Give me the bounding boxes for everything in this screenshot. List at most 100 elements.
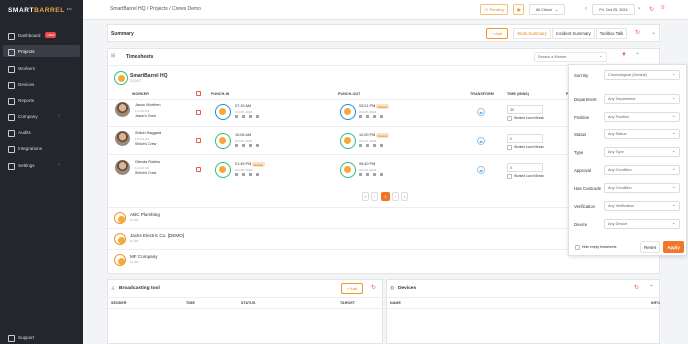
note-icon[interactable] bbox=[373, 144, 376, 147]
punch-in-photo[interactable] bbox=[215, 162, 231, 178]
menu-icon[interactable]: ≡ bbox=[661, 5, 665, 11]
sidebar-item-reports[interactable]: Reports bbox=[3, 94, 80, 106]
all-check-select[interactable]: All Check ⌄ bbox=[529, 4, 565, 15]
company-name[interactable]: MF Company bbox=[130, 254, 158, 259]
transform-button[interactable]: ⇄ bbox=[477, 108, 485, 116]
photo-icon[interactable] bbox=[366, 144, 369, 147]
device-select[interactable]: Any Device bbox=[604, 219, 680, 229]
date-picker[interactable]: Fri, Oct 25, 2024 bbox=[592, 4, 635, 15]
note-icon[interactable] bbox=[249, 144, 252, 147]
prev-page-icon[interactable]: ‹ bbox=[371, 192, 378, 201]
sidebar-item-dashboard[interactable]: Dashboard NEW bbox=[3, 29, 80, 41]
transform-button[interactable]: ⇄ bbox=[477, 137, 485, 145]
time-input[interactable]: 0 bbox=[507, 163, 543, 172]
approval-select[interactable]: Any Condition bbox=[604, 165, 680, 175]
punch-out-photo[interactable] bbox=[340, 133, 356, 149]
lunch-checkbox[interactable] bbox=[507, 174, 512, 179]
type-select[interactable]: Any Type bbox=[604, 147, 680, 157]
worker-name[interactable]: Glenda Robles bbox=[135, 160, 160, 164]
row-checkbox[interactable] bbox=[196, 110, 201, 115]
punch-in-photo[interactable] bbox=[215, 133, 231, 149]
location-icon[interactable] bbox=[359, 144, 362, 147]
punch-in-photo[interactable] bbox=[215, 104, 231, 120]
verification-select[interactable]: Any Verification bbox=[604, 201, 680, 211]
tab-toolbox-talk[interactable]: Toolbox Talk bbox=[596, 28, 627, 39]
tab-incident-summary[interactable]: Incident Summary bbox=[552, 28, 595, 39]
time-input[interactable]: 0 bbox=[507, 134, 543, 143]
refresh-icon[interactable]: ↻ bbox=[635, 29, 640, 36]
refresh-icon[interactable]: ↻ bbox=[634, 284, 639, 291]
photo-icon[interactable] bbox=[242, 173, 245, 176]
search-worker-input[interactable]: Search a Worker bbox=[534, 52, 607, 62]
transform-button[interactable]: ⇄ bbox=[477, 166, 485, 174]
prev-day-icon[interactable]: ‹ bbox=[585, 6, 587, 12]
sidebar-item-workers[interactable]: Workers bbox=[3, 62, 80, 74]
add-summary-button[interactable]: + Add bbox=[486, 28, 508, 39]
reset-button[interactable]: Reset bbox=[640, 241, 660, 253]
photo-icon[interactable] bbox=[242, 144, 245, 147]
brand-logo[interactable]: SMARTBARREL EN bbox=[8, 7, 72, 14]
row-checkbox[interactable] bbox=[196, 138, 201, 143]
location-icon[interactable] bbox=[359, 115, 362, 118]
sidebar-item-settings[interactable]: Settings ‹ bbox=[3, 159, 80, 171]
photo-icon[interactable] bbox=[366, 173, 369, 176]
status-select[interactable]: Any Status bbox=[604, 129, 680, 139]
device-icon[interactable] bbox=[256, 144, 259, 147]
position-select[interactable]: Any Position bbox=[604, 112, 680, 122]
next-page-icon[interactable]: › bbox=[392, 192, 399, 201]
lunch-checkbox[interactable] bbox=[507, 145, 512, 150]
device-icon[interactable] bbox=[256, 173, 259, 176]
calendar-icon[interactable]: ▣ bbox=[513, 4, 524, 15]
refresh-icon[interactable]: ↻ bbox=[371, 284, 376, 291]
pending-button[interactable]: ◷ Pending bbox=[480, 4, 508, 15]
next-day-icon[interactable]: › bbox=[638, 6, 640, 12]
punch-out-photo[interactable] bbox=[340, 104, 356, 120]
device-icon[interactable] bbox=[380, 115, 383, 118]
select-all-checkbox[interactable] bbox=[196, 91, 201, 96]
worker-name[interactable]: Shiloh Haggard bbox=[135, 131, 161, 135]
sidebar-item-devices[interactable]: Devices bbox=[3, 78, 80, 90]
sidebar-item-audits[interactable]: Audits bbox=[3, 126, 80, 138]
photo-icon[interactable] bbox=[366, 115, 369, 118]
location-icon[interactable] bbox=[235, 115, 238, 118]
sort-by-select[interactable]: Chronological (Default) bbox=[604, 70, 680, 80]
hide-empty-checkbox[interactable] bbox=[575, 245, 580, 250]
worker-name[interactable]: Jason Worthen bbox=[135, 103, 160, 107]
refresh-icon[interactable]: ↻ bbox=[649, 6, 654, 13]
device-icon[interactable] bbox=[380, 173, 383, 176]
last-page-icon[interactable]: » bbox=[401, 192, 408, 201]
location-icon[interactable] bbox=[235, 173, 238, 176]
photo-icon[interactable] bbox=[242, 115, 245, 118]
note-icon[interactable] bbox=[373, 115, 376, 118]
location-icon[interactable] bbox=[235, 144, 238, 147]
expand-icon[interactable]: ⌃ bbox=[635, 52, 640, 59]
location-icon[interactable] bbox=[359, 173, 362, 176]
add-broadcast-button[interactable]: + Add bbox=[341, 283, 363, 294]
avatar bbox=[115, 131, 130, 146]
filter-icon[interactable]: ▼ bbox=[621, 52, 627, 58]
row-checkbox[interactable] bbox=[196, 167, 201, 172]
first-page-icon[interactable]: « bbox=[362, 192, 369, 201]
collapse-icon[interactable]: ⌃ bbox=[649, 284, 654, 291]
sidebar-item-company[interactable]: Company ‹ bbox=[3, 110, 80, 122]
company-name[interactable]: ABC Plumbing bbox=[130, 212, 160, 217]
sidebar-item-projects[interactable]: Projects bbox=[3, 45, 80, 57]
department-select[interactable]: Any Department bbox=[604, 94, 680, 104]
note-icon[interactable] bbox=[249, 173, 252, 176]
lunch-checkbox[interactable] bbox=[507, 116, 512, 121]
tab-work-summary[interactable]: Work Summary bbox=[513, 28, 551, 39]
page-number[interactable]: 1 bbox=[381, 192, 390, 201]
company-name[interactable]: Jacks Electric Co. [DEMO] bbox=[130, 233, 184, 238]
chevron-down-icon[interactable]: ⌄ bbox=[651, 29, 656, 36]
apply-button[interactable]: Apply bbox=[663, 241, 684, 253]
device-icon[interactable] bbox=[256, 115, 259, 118]
has-costcode-select[interactable]: Any Condition bbox=[604, 183, 680, 193]
note-icon[interactable] bbox=[249, 115, 252, 118]
device-icon[interactable] bbox=[380, 144, 383, 147]
note-icon[interactable] bbox=[373, 173, 376, 176]
sidebar-item-integrations[interactable]: Integrations bbox=[3, 142, 80, 154]
sidebar-item-support[interactable]: Support bbox=[3, 331, 80, 343]
time-input[interactable]: 30 bbox=[507, 105, 543, 114]
breadcrumb[interactable]: SmartBarrel HQ / Projects / Crews Demo bbox=[110, 6, 201, 12]
punch-out-photo[interactable] bbox=[340, 162, 356, 178]
